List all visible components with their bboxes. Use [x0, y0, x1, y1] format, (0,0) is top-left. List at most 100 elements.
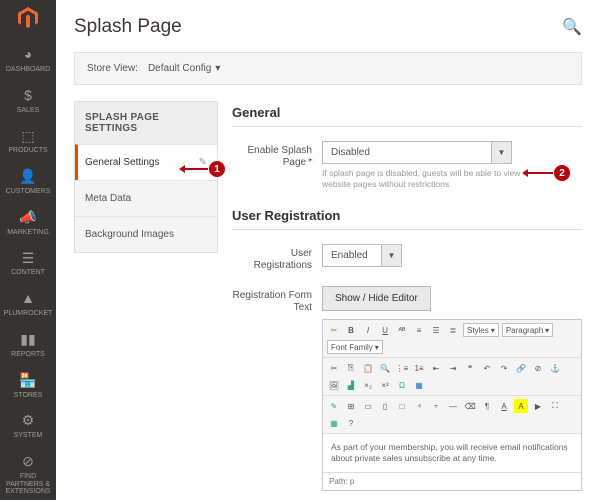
- ol-icon[interactable]: 1≡: [412, 361, 426, 375]
- paste-icon[interactable]: 📋: [361, 361, 375, 375]
- sidebar-item-products[interactable]: ⬚PRODUCTS: [0, 121, 56, 162]
- tab-general-settings[interactable]: General Settings ✎: [75, 144, 217, 180]
- user-reg-label: User Registrations: [232, 244, 322, 272]
- enable-splash-select[interactable]: Disabled ▼: [322, 141, 512, 164]
- sidebar-item-stores[interactable]: 🏪STORES: [0, 366, 56, 407]
- sidebar-item-dashboard[interactable]: ◕DASHBOARD: [0, 40, 56, 81]
- bold-icon[interactable]: B: [344, 323, 358, 337]
- page-title: Splash Page: [74, 16, 182, 38]
- italic-icon[interactable]: I: [361, 323, 375, 337]
- store-view-label: Store View:: [87, 63, 138, 74]
- indent-icon[interactable]: ⇥: [446, 361, 460, 375]
- split-icon[interactable]: ⫞: [412, 399, 426, 413]
- chevron-down-icon[interactable]: ▼: [492, 141, 512, 164]
- rocket-icon: ▲: [2, 291, 54, 307]
- link-icon: ⊘: [2, 454, 54, 470]
- sidebar-item-content[interactable]: ☰CONTENT: [0, 243, 56, 284]
- list-icon: ☰: [2, 250, 54, 266]
- hr-icon[interactable]: —: [446, 399, 460, 413]
- row-icon[interactable]: ▭: [361, 399, 375, 413]
- symbol-icon[interactable]: Ω: [395, 378, 409, 392]
- bgcolor-icon[interactable]: A: [514, 399, 528, 413]
- box-icon: ⬚: [2, 128, 54, 144]
- chart-icon[interactable]: ▟: [344, 378, 358, 392]
- styles-select[interactable]: Styles ▾: [463, 323, 499, 337]
- show-hide-editor-button[interactable]: Show / Hide Editor: [322, 286, 431, 311]
- sidebar-item-marketing[interactable]: 📣MARKETING: [0, 203, 56, 244]
- image-icon[interactable]: 🖼: [327, 378, 341, 392]
- dashboard-icon: ◕: [2, 47, 54, 63]
- cut-icon[interactable]: ✂: [327, 361, 341, 375]
- editor-toolbar-row2: ✂ ⎘ 📋 🔍 ⋮≡ 1≡ ⇤ ⇥ ❝ ↶ ↷: [323, 358, 581, 396]
- chart-icon: ▮▮: [2, 332, 54, 348]
- undo-icon[interactable]: ↶: [480, 361, 494, 375]
- chevron-down-icon: ▾: [215, 63, 220, 74]
- find-icon[interactable]: 🔍: [378, 361, 392, 375]
- col-icon[interactable]: ▯: [378, 399, 392, 413]
- sidebar-item-reports[interactable]: ▮▮REPORTS: [0, 325, 56, 366]
- section-userreg-title: User Registration: [232, 204, 582, 230]
- anchor-icon[interactable]: ⚓: [548, 361, 562, 375]
- quote-icon[interactable]: ❝: [463, 361, 477, 375]
- sidebar-item-find-partners[interactable]: ⊘FIND PARTNERS & EXTENSIONS: [0, 447, 56, 503]
- cell-icon[interactable]: □: [395, 399, 409, 413]
- edit-icon[interactable]: ✎: [327, 399, 341, 413]
- store-view-select[interactable]: Default Config ▾: [148, 63, 220, 74]
- reg-form-text-label: Registration Form Text: [232, 286, 322, 314]
- editor-toolbar-row1: ✂ B I U ᴬᴮ ≡ ☰ ≣ Styles ▾ Paragraph ▾ Fo: [323, 320, 581, 358]
- media-icon[interactable]: ▶: [531, 399, 545, 413]
- unlink-icon[interactable]: ⊘: [531, 361, 545, 375]
- section-general-title: General: [232, 101, 582, 127]
- align-left-icon[interactable]: ≡: [412, 323, 426, 337]
- fullscreen-icon[interactable]: ⛶: [548, 399, 562, 413]
- main-content: Splash Page 🔍 Store View: Default Config…: [56, 0, 600, 500]
- sidebar-item-customers[interactable]: 👤CUSTOMERS: [0, 162, 56, 203]
- fontcolor-icon[interactable]: A: [497, 399, 511, 413]
- sidebar-item-sales[interactable]: $SALES: [0, 81, 56, 122]
- link-icon[interactable]: 🔗: [514, 361, 528, 375]
- copy-icon[interactable]: ⎘: [344, 361, 358, 375]
- tab-background-images[interactable]: Background Images: [75, 216, 217, 252]
- megaphone-icon: 📣: [2, 210, 54, 226]
- direction-icon[interactable]: ¶: [480, 399, 494, 413]
- gear-icon: ⚙: [2, 413, 54, 429]
- settings-tabs: SPLASH PAGE SETTINGS General Settings ✎ …: [74, 101, 218, 253]
- dollar-icon: $: [2, 88, 54, 104]
- merge-icon[interactable]: ⫟: [429, 399, 443, 413]
- enable-splash-help: If splash page is disabled, guests will …: [322, 168, 522, 190]
- sidebar-item-plumrocket[interactable]: ▲PLUMROCKET: [0, 284, 56, 325]
- strike-icon[interactable]: ᴬᴮ: [395, 323, 409, 337]
- enable-splash-label: Enable Splash Page*: [232, 141, 322, 169]
- tab-meta-data[interactable]: Meta Data: [75, 180, 217, 216]
- editor-toolbar-row3: ✎ ⊞ ▭ ▯ □ ⫞ ⫟ — ⌫ ¶ A A: [323, 396, 581, 434]
- magento-logo: [14, 6, 42, 30]
- sup-icon[interactable]: ×²: [378, 378, 392, 392]
- store-icon: 🏪: [2, 373, 54, 389]
- redo-icon[interactable]: ↷: [497, 361, 511, 375]
- clear-icon[interactable]: ⌫: [463, 399, 477, 413]
- user-reg-select[interactable]: Enabled ▼: [322, 244, 402, 267]
- outdent-icon[interactable]: ⇤: [429, 361, 443, 375]
- code-icon[interactable]: ▦: [327, 416, 341, 430]
- scissors-icon[interactable]: ✂: [327, 323, 341, 337]
- variable-icon[interactable]: ▦: [412, 378, 426, 392]
- underline-icon[interactable]: U: [378, 323, 392, 337]
- editor-content[interactable]: As part of your membership, you will rec…: [323, 434, 581, 472]
- help-icon[interactable]: ?: [344, 416, 358, 430]
- align-center-icon[interactable]: ☰: [429, 323, 443, 337]
- tabs-title: SPLASH PAGE SETTINGS: [75, 102, 217, 144]
- sidebar-item-system[interactable]: ⚙SYSTEM: [0, 406, 56, 447]
- fontfamily-select[interactable]: Font Family ▾: [327, 340, 383, 354]
- store-view-bar: Store View: Default Config ▾: [74, 52, 582, 85]
- annotation-badge-1: 1: [208, 160, 226, 178]
- wysiwyg-editor: ✂ B I U ᴬᴮ ≡ ☰ ≣ Styles ▾ Paragraph ▾ Fo: [322, 319, 582, 491]
- align-right-icon[interactable]: ≣: [446, 323, 460, 337]
- chevron-down-icon[interactable]: ▼: [382, 244, 402, 267]
- ul-icon[interactable]: ⋮≡: [395, 361, 409, 375]
- search-icon[interactable]: 🔍: [562, 17, 582, 37]
- person-icon: 👤: [2, 169, 54, 185]
- table-icon[interactable]: ⊞: [344, 399, 358, 413]
- annotation-badge-2: 2: [553, 164, 571, 182]
- paragraph-select[interactable]: Paragraph ▾: [502, 323, 553, 337]
- sub-icon[interactable]: ×₂: [361, 378, 375, 392]
